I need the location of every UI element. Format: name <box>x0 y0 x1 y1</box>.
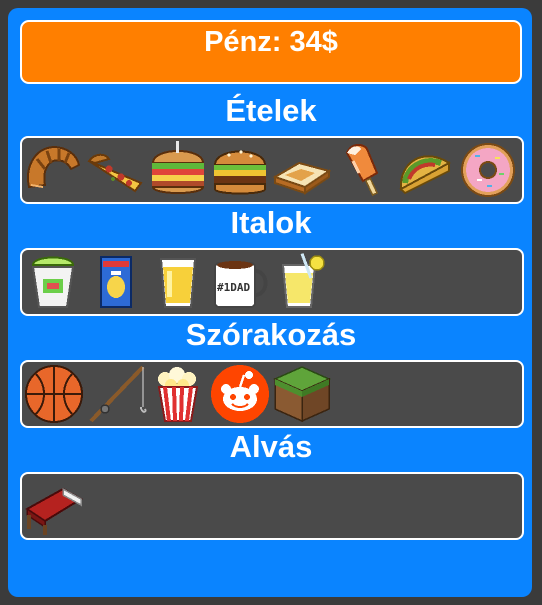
burger-icon[interactable] <box>209 139 271 201</box>
basketball-icon[interactable] <box>23 363 85 425</box>
toast-icon[interactable] <box>271 139 333 201</box>
pizza-slice-icon[interactable] <box>85 139 147 201</box>
money-label: Pénz: 34$ <box>204 26 338 58</box>
grass-block-icon[interactable] <box>271 363 333 425</box>
food-tray <box>20 136 524 204</box>
reddit-icon[interactable] <box>209 363 271 425</box>
section-title-entertainment: Szórakozás <box>185 317 357 352</box>
lemonade-glass-icon[interactable] <box>147 251 209 313</box>
donut-icon[interactable] <box>457 139 519 201</box>
coffee-mug-icon[interactable]: #1DAD <box>209 251 271 313</box>
sandwich-icon[interactable] <box>147 139 209 201</box>
section-title-drinks: Italok <box>230 205 312 240</box>
croissant-icon[interactable] <box>23 139 85 201</box>
popsicle-icon[interactable] <box>333 139 395 201</box>
svg-text:#1DAD: #1DAD <box>217 281 250 294</box>
money-display: Pénz: 34$ <box>20 20 522 84</box>
slushie-cup-icon[interactable] <box>23 251 85 313</box>
section-title-sleep: Alvás <box>229 429 313 464</box>
game-panel: Pénz: 34$ Ételek Italok #1DAD Szórakozás… <box>8 8 532 597</box>
fishing-rod-icon[interactable] <box>85 363 147 425</box>
section-title-food: Ételek <box>225 93 317 128</box>
popcorn-icon[interactable] <box>147 363 209 425</box>
drinks-tray: #1DAD <box>20 248 524 316</box>
taco-icon[interactable] <box>395 139 457 201</box>
bed-icon[interactable] <box>23 475 85 537</box>
juice-box-icon[interactable] <box>85 251 147 313</box>
sleep-tray <box>20 472 524 540</box>
lemon-drink-icon[interactable] <box>271 251 333 313</box>
entertainment-tray <box>20 360 524 428</box>
